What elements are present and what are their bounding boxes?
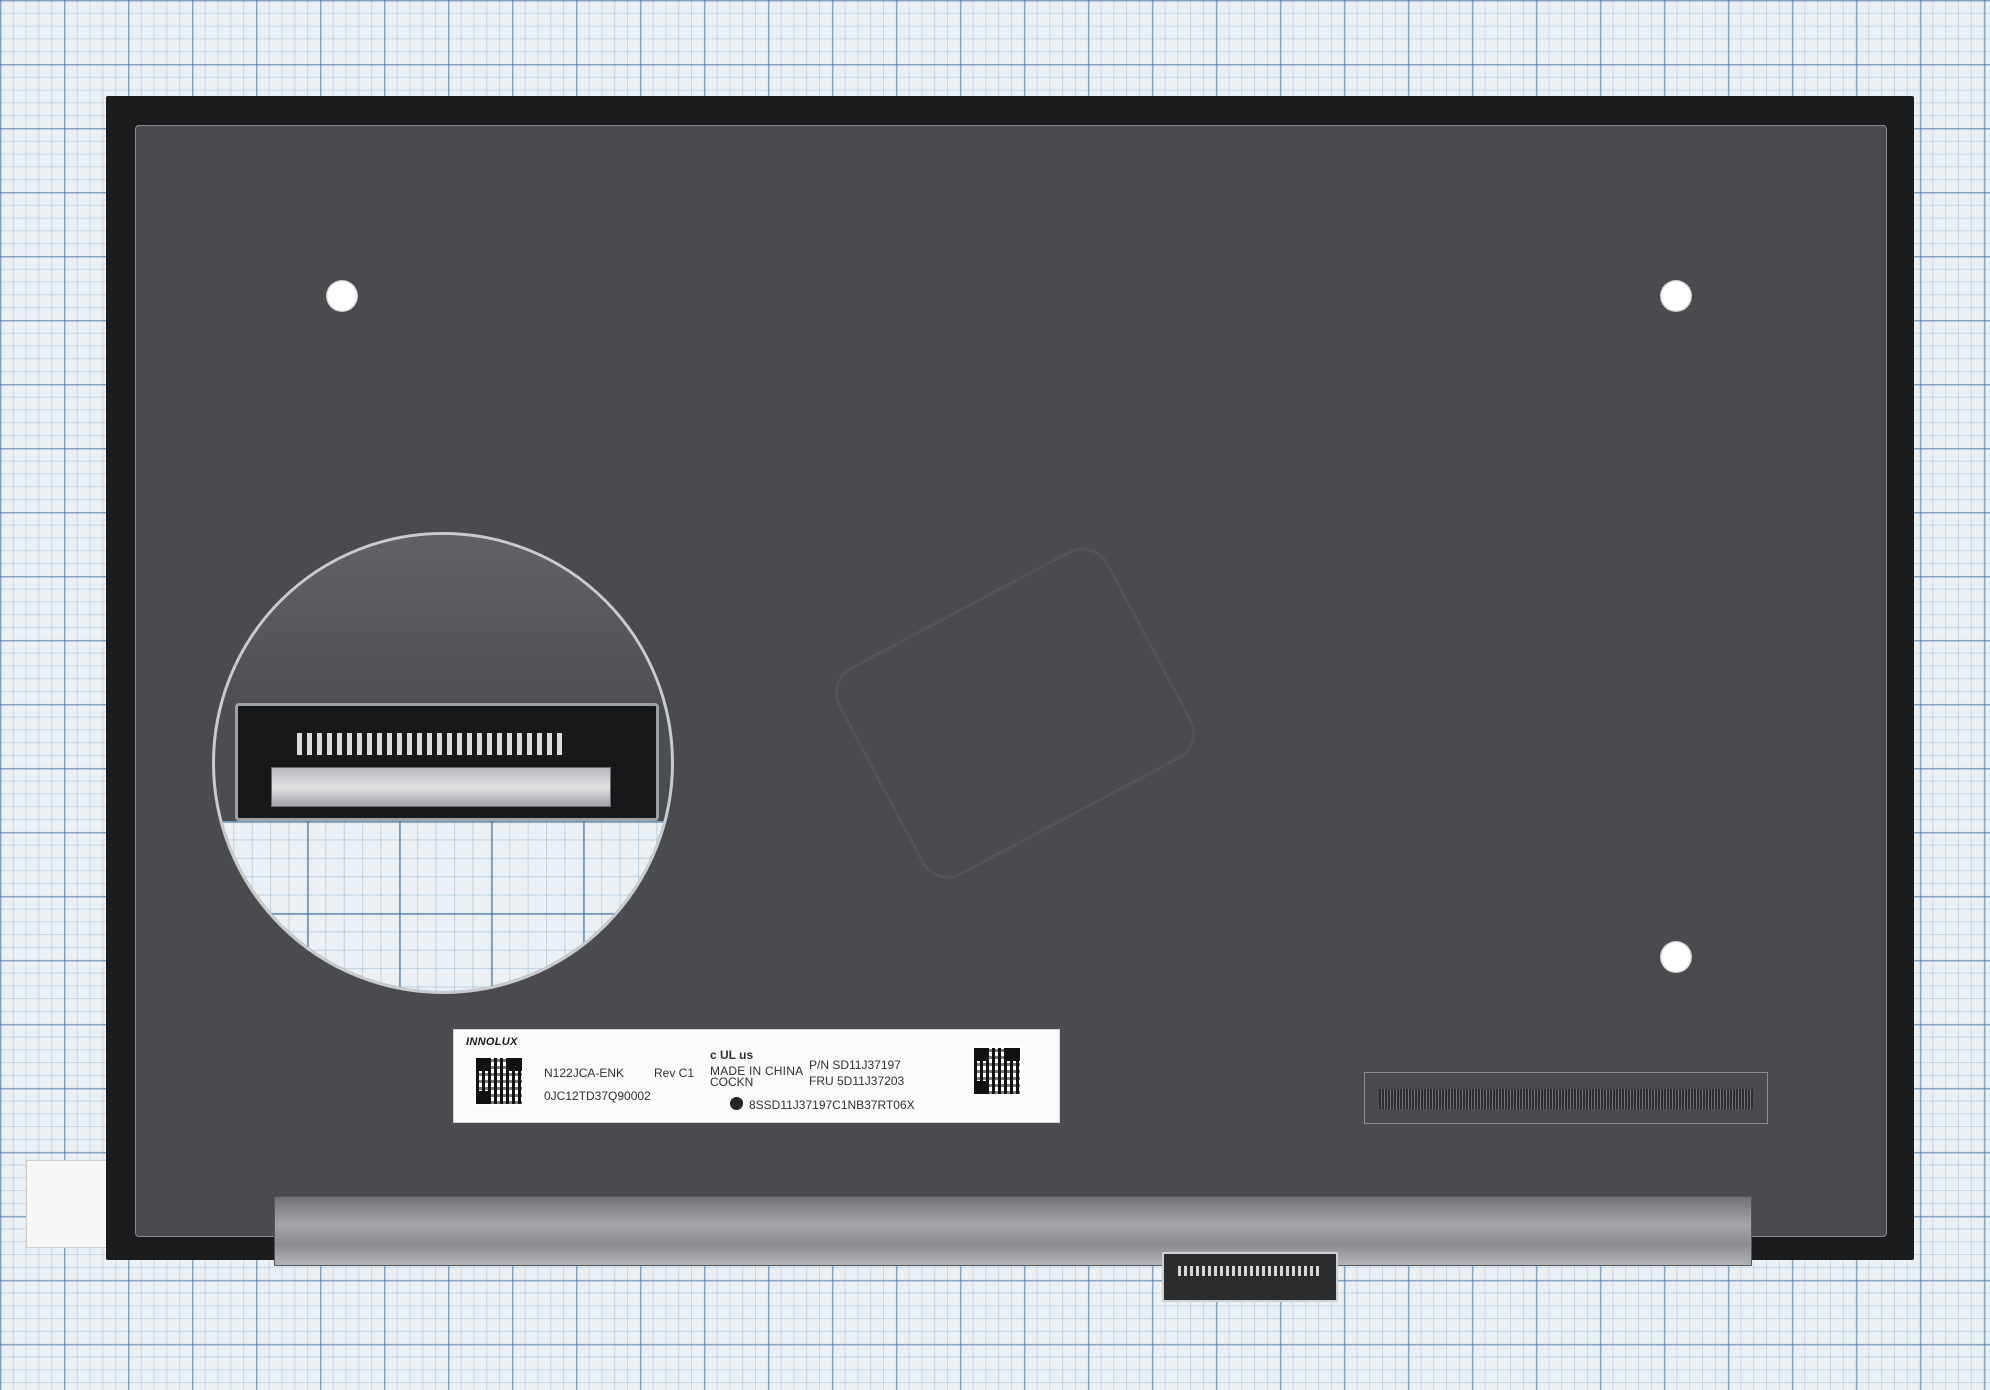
serial-number: 0JC12TD37Q90002 [544,1089,651,1103]
part-number: P/N SD11J37197 [809,1058,901,1072]
mount-hole-bottom-right [1660,941,1692,973]
mount-hole-top-left [326,280,358,312]
zoom-connector-latch [271,767,611,807]
qr-code-icon [474,1056,524,1106]
zoom-panel-surface [215,535,671,703]
ul-cert-icon: c UL us [710,1048,754,1062]
flex-cable [274,1196,1752,1266]
revision-text: Rev C1 [654,1066,695,1080]
flex-connector [1162,1252,1338,1302]
zoom-grid-paper [215,821,671,991]
model-number: N122JCA-ENK [544,1066,625,1080]
product-label: INNOLUX N122JCA-ENK Rev C1 0JC12TD37Q900… [453,1029,1060,1123]
barcode-strip [1364,1072,1768,1124]
barcode-text: 8SSD11J37197C1NB37RT06X [749,1098,915,1112]
origin-code: COCKN [710,1075,754,1089]
recycle-mark-icon: 10 [730,1096,744,1110]
mount-hole-top-right [1660,280,1692,312]
zoom-connector-pins [297,733,563,755]
barcode-icon [1379,1089,1753,1109]
fru-number: FRU 5D11J37203 [809,1074,905,1088]
brand-logo: INNOLUX [466,1036,518,1048]
qr-code-right-icon [972,1046,1022,1096]
photo-stage: INNOLUX N122JCA-ENK Rev C1 0JC12TD37Q900… [0,0,1990,1390]
protective-film-tab [26,1160,110,1248]
connector-zoom-inset [212,532,674,994]
